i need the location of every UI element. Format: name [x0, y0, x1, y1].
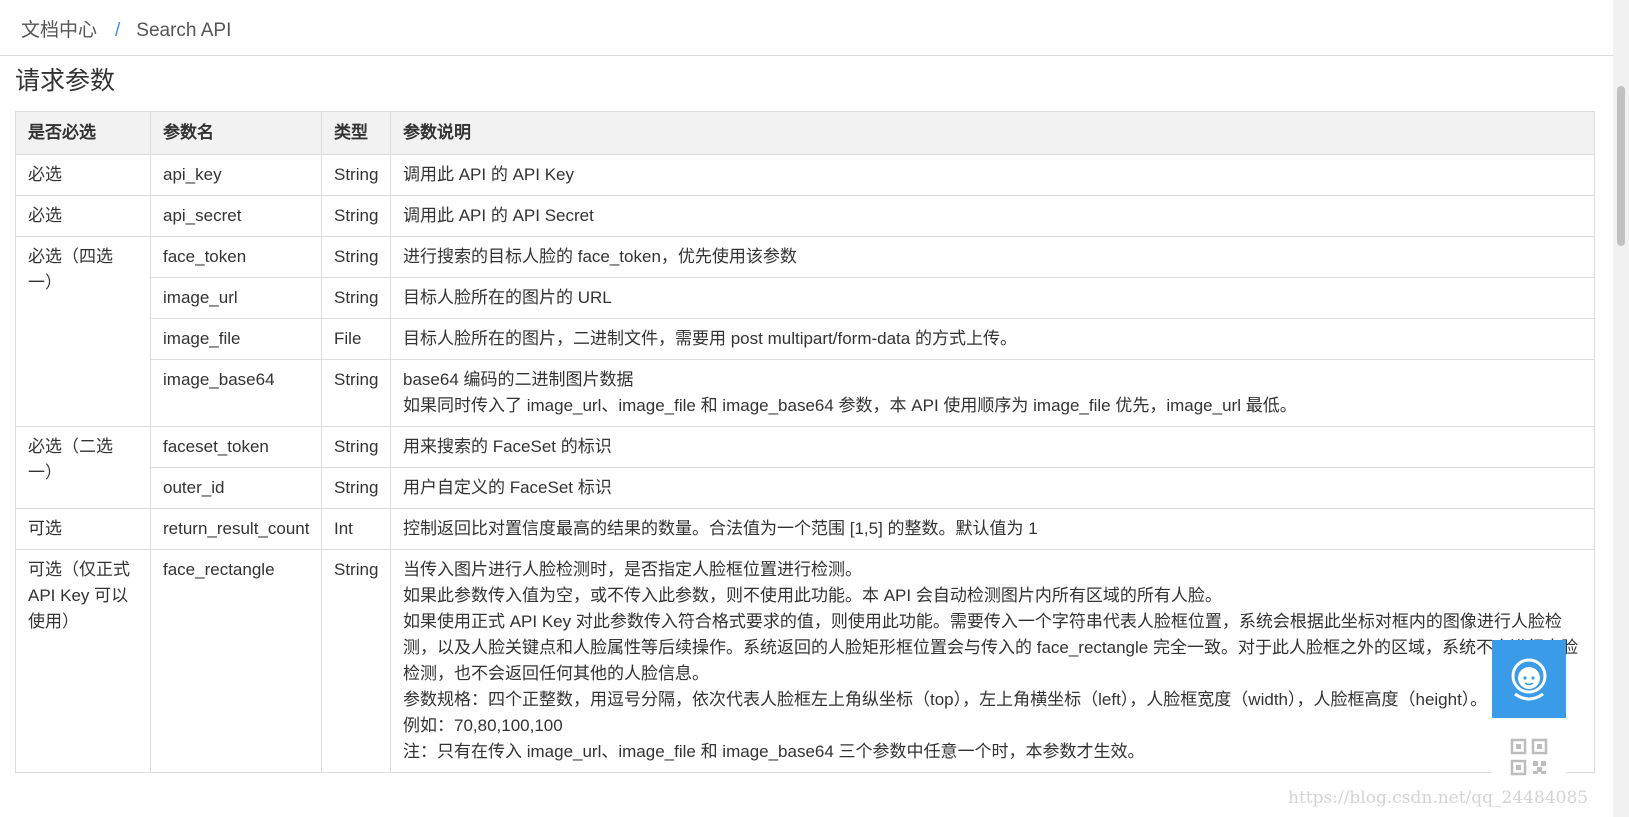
- description-line: 进行搜索的目标人脸的 face_token，优先使用该参数: [403, 247, 797, 266]
- description-line: 如果此参数传入值为空，或不传入此参数，则不使用此功能。本 API 会自动检测图片…: [403, 586, 1222, 605]
- table-row: 可选 return_result_count Int 控制返回比对置信度最高的结…: [15, 508, 1595, 550]
- cell-description: 目标人脸所在的图片的 URL: [390, 277, 1595, 319]
- description-line: base64 编码的二进制图片数据: [403, 370, 634, 389]
- cell-description: 调用此 API 的 API Key: [390, 154, 1595, 196]
- table-row: image_url String 目标人脸所在的图片的 URL: [16, 277, 1595, 319]
- breadcrumb-current: Search API: [136, 20, 232, 41]
- scrollbar-thumb[interactable]: [1617, 86, 1625, 246]
- table-row: 必选（二选一） faceset_token String 用来搜索的 FaceS…: [15, 426, 1595, 509]
- description-line: 如果同时传入了 image_url、image_file 和 image_bas…: [403, 396, 1297, 415]
- description-line: 参数规格：四个正整数，用逗号分隔，依次代表人脸框左上角纵坐标（top），左上角横…: [403, 690, 1488, 709]
- top-bar: 文档中心 / Search API: [0, 0, 1613, 56]
- description-line: 如果使用正式 API Key 对此参数传入符合格式要求的值，则使用此功能。需要传…: [403, 612, 1578, 683]
- cell-description: 目标人脸所在的图片，二进制文件，需要用 post multipart/form-…: [390, 318, 1595, 360]
- cell-type: String: [321, 277, 391, 319]
- table-row: 必选 api_key String 调用此 API 的 API Key: [15, 154, 1595, 196]
- page-scrollbar[interactable]: [1613, 0, 1629, 817]
- cell-type: String: [321, 195, 391, 237]
- watermark: https://blog.csdn.net/qq_24484085: [1288, 788, 1589, 808]
- breadcrumb-separator: /: [115, 20, 121, 41]
- cell-param-name: image_base64: [150, 359, 322, 427]
- customer-service-icon: [1511, 658, 1547, 701]
- cell-required: 必选（四选一）: [15, 236, 151, 427]
- cell-required: 可选: [15, 508, 151, 550]
- cell-param-name: image_url: [150, 277, 322, 319]
- cell-description: 用户自定义的 FaceSet 标识: [390, 467, 1595, 509]
- table-row: image_file File 目标人脸所在的图片，二进制文件，需要用 post…: [16, 318, 1595, 360]
- cell-param-name: image_file: [150, 318, 322, 360]
- table-row: 必选 api_secret String 调用此 API 的 API Secre…: [15, 195, 1595, 237]
- cell-description: base64 编码的二进制图片数据 如果同时传入了 image_url、imag…: [390, 359, 1595, 427]
- description-line: 用户自定义的 FaceSet 标识: [403, 478, 612, 497]
- cell-required: 可选（仅正式 API Key 可以使用）: [15, 549, 151, 773]
- cell-description: 进行搜索的目标人脸的 face_token，优先使用该参数: [390, 236, 1595, 278]
- header-description: 参数说明: [390, 111, 1595, 155]
- cell-type: Int: [321, 508, 391, 550]
- request-params-table: 是否必选 参数名 类型 参数说明 必选 api_key String 调用此 A…: [15, 111, 1595, 773]
- customer-service-button[interactable]: [1492, 640, 1566, 718]
- cell-param-name: face_rectangle: [150, 549, 322, 773]
- cell-type: String: [321, 154, 391, 196]
- description-line: 调用此 API 的 API Key: [403, 165, 574, 184]
- cell-param-name: api_secret: [150, 195, 322, 237]
- cell-param-name: face_token: [150, 236, 322, 278]
- description-line: 目标人脸所在的图片的 URL: [403, 288, 612, 307]
- cell-description: 调用此 API 的 API Secret: [390, 195, 1595, 237]
- breadcrumb: 文档中心 / Search API: [21, 15, 231, 42]
- table-header-row: 是否必选 参数名 类型 参数说明: [15, 111, 1595, 155]
- cell-required: 必选: [15, 195, 151, 237]
- cell-param-name: outer_id: [150, 467, 322, 509]
- cell-param-name: return_result_count: [150, 508, 322, 550]
- cell-type: String: [321, 549, 391, 773]
- table-row: image_base64 String base64 编码的二进制图片数据 如果…: [16, 359, 1595, 427]
- cell-description: 控制返回比对置信度最高的结果的数量。合法值为一个范围 [1,5] 的整数。默认值…: [390, 508, 1595, 550]
- description-line: 注：只有在传入 image_url、image_file 和 image_bas…: [403, 742, 1145, 761]
- table-row: 可选（仅正式 API Key 可以使用） face_rectangle Stri…: [15, 549, 1595, 773]
- description-line: 目标人脸所在的图片，二进制文件，需要用 post multipart/form-…: [403, 329, 1017, 348]
- cell-type: File: [321, 318, 391, 360]
- section-title: 请求参数: [15, 67, 116, 95]
- cell-required: 必选（二选一）: [15, 426, 151, 509]
- qr-code-button[interactable]: [1492, 722, 1566, 792]
- cell-type: String: [321, 236, 391, 278]
- description-line: 例如：70,80,100,100: [403, 716, 563, 735]
- cell-description: 用来搜索的 FaceSet 的标识: [390, 426, 1595, 468]
- cell-param-name: api_key: [150, 154, 322, 196]
- header-type: 类型: [321, 111, 391, 155]
- cell-param-name: faceset_token: [150, 426, 322, 468]
- table-row: 必选（四选一） face_token String 进行搜索的目标人脸的 fac…: [15, 236, 1595, 427]
- header-param-name: 参数名: [150, 111, 322, 155]
- description-line: 控制返回比对置信度最高的结果的数量。合法值为一个范围 [1,5] 的整数。默认值…: [403, 519, 1038, 538]
- table-row: outer_id String 用户自定义的 FaceSet 标识: [16, 467, 1595, 509]
- breadcrumb-root-link[interactable]: 文档中心: [21, 20, 97, 41]
- cell-type: String: [321, 359, 391, 427]
- cell-description: 当传入图片进行人脸检测时，是否指定人脸框位置进行检测。 如果此参数传入值为空，或…: [390, 549, 1595, 773]
- description-line: 调用此 API 的 API Secret: [403, 206, 594, 225]
- header-required: 是否必选: [15, 111, 151, 155]
- qr-code-icon: [1510, 738, 1548, 776]
- cell-type: String: [321, 426, 391, 468]
- description-line: 用来搜索的 FaceSet 的标识: [403, 437, 612, 456]
- cell-type: String: [321, 467, 391, 509]
- cell-required: 必选: [15, 154, 151, 196]
- description-line: 当传入图片进行人脸检测时，是否指定人脸框位置进行检测。: [403, 560, 862, 579]
